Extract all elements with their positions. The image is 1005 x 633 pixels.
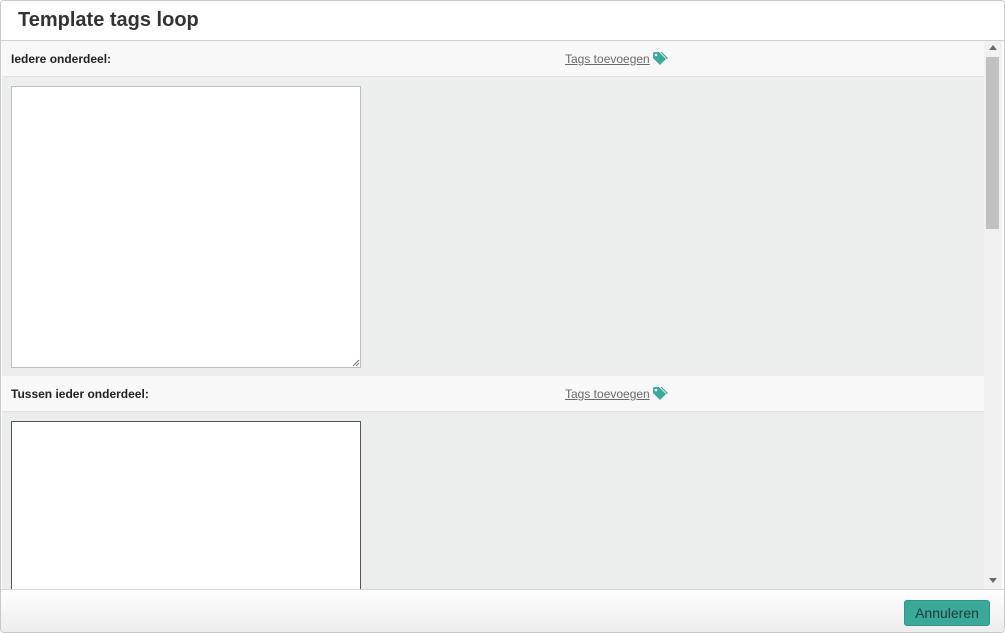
section-header-tussen-ieder-onderdeel: Tussen ieder onderdeel: Tags toevoegen [2, 376, 984, 412]
add-tags-label: Tags toevoegen [565, 52, 650, 66]
body-scrollbar[interactable] [984, 41, 1002, 589]
dialog-footer: Annuleren [1, 589, 1004, 632]
tussen-ieder-onderdeel-textarea[interactable] [11, 421, 361, 589]
cancel-button[interactable]: Annuleren [904, 600, 990, 626]
section-label: Iedere onderdeel: [11, 52, 112, 66]
add-tags-link[interactable]: Tags toevoegen [565, 386, 668, 402]
section-header-iedere-onderdeel: Iedere onderdeel: Tags toevoegen [2, 41, 984, 77]
iedere-onderdeel-textarea[interactable] [11, 86, 361, 368]
tag-icon [652, 51, 668, 65]
scroll-down-icon[interactable] [989, 578, 997, 583]
dialog-header: Template tags loop [1, 1, 1004, 41]
template-tags-loop-dialog: Template tags loop Iedere onderdeel: Tag… [0, 0, 1005, 633]
add-tags-label: Tags toevoegen [565, 387, 650, 401]
dialog-title: Template tags loop [18, 9, 199, 31]
tag-icon [652, 386, 668, 400]
section-label: Tussen ieder onderdeel: [11, 387, 149, 401]
scroll-up-icon[interactable] [989, 45, 997, 50]
scroll-thumb[interactable] [986, 57, 999, 229]
add-tags-link[interactable]: Tags toevoegen [565, 51, 668, 67]
resize-grip-icon[interactable] [351, 358, 360, 367]
dialog-body[interactable]: Iedere onderdeel: Tags toevoegen Tussen … [2, 41, 984, 589]
